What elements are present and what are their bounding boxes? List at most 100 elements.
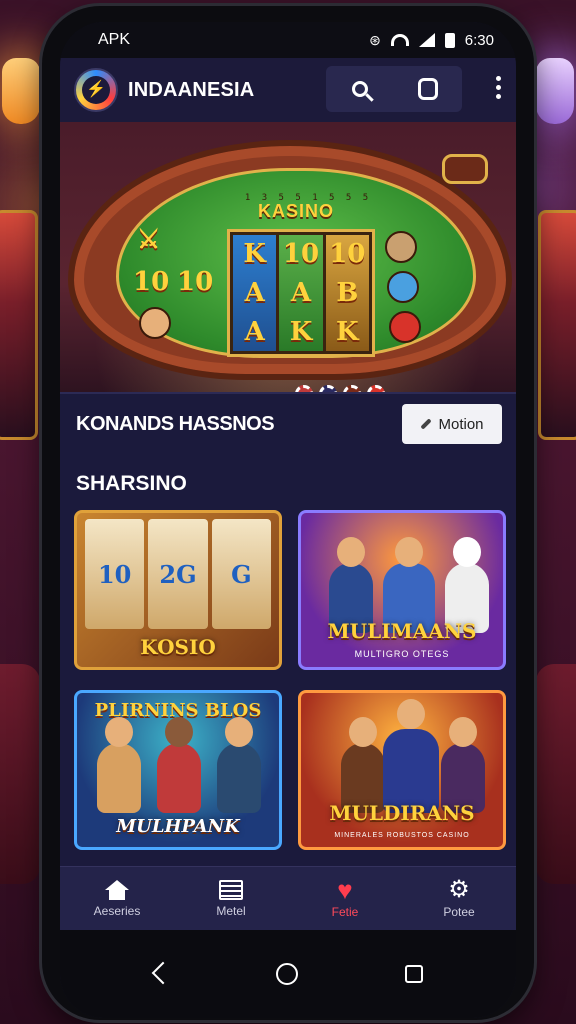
status-icons: ⊛ 6:30 bbox=[369, 32, 494, 49]
motion-button[interactable]: Motion bbox=[402, 404, 502, 444]
character-head bbox=[395, 537, 423, 567]
side-symbol: 10 bbox=[133, 267, 170, 297]
wifi-icon bbox=[390, 34, 409, 46]
battery-icon bbox=[444, 32, 455, 48]
nav-item-favorites[interactable]: ♥ Fetie bbox=[295, 874, 395, 919]
status-bar: APK ⊛ 6:30 bbox=[60, 22, 516, 58]
reel-symbol: 10 bbox=[329, 239, 366, 270]
game-card[interactable]: MULDIRANS MINERALES ROBUSTOS CASINO bbox=[298, 690, 506, 850]
reel-symbol: 10 bbox=[282, 239, 320, 270]
hero-title: KASINO bbox=[257, 201, 334, 221]
character-figure bbox=[97, 717, 141, 813]
character-figure bbox=[157, 717, 201, 813]
more-options-icon[interactable] bbox=[496, 76, 502, 99]
card-reel-symbol: 2G bbox=[148, 519, 208, 629]
logo-glyph: ⚡ bbox=[82, 76, 110, 104]
reel: 10 B K bbox=[325, 235, 369, 351]
reel-symbol: K bbox=[289, 316, 313, 347]
wallet-icon bbox=[418, 78, 438, 100]
nav-item-list[interactable]: Metel bbox=[181, 879, 281, 918]
reel: 10 A K bbox=[279, 235, 323, 351]
status-left-text: APK bbox=[98, 31, 131, 48]
character-head bbox=[349, 717, 377, 747]
pencil-icon bbox=[420, 418, 433, 430]
unicorn-head bbox=[453, 537, 481, 567]
game-card[interactable]: 10 2G G KOSIO bbox=[74, 510, 282, 670]
game-card-title: MULHPANK bbox=[116, 816, 240, 837]
status-time: 6:30 bbox=[464, 31, 494, 49]
nfc-icon: ⊛ bbox=[369, 31, 381, 48]
hero-banner[interactable]: 1 3 5 5 1 5 5 5 KASINO ⚔ 10 10 K A A 10 bbox=[60, 122, 516, 392]
background-chair-right bbox=[536, 664, 576, 884]
game-card[interactable]: PLIRNINS BLOS MULHPANK bbox=[74, 690, 282, 850]
background-lamp-right bbox=[536, 58, 574, 124]
heart-icon: ♥ bbox=[337, 874, 353, 905]
character-head bbox=[337, 537, 365, 567]
reel-symbol: A bbox=[244, 277, 265, 308]
search-icon bbox=[352, 81, 368, 97]
reel: K A A bbox=[233, 235, 277, 351]
shell-token bbox=[387, 271, 419, 303]
chip bbox=[295, 385, 313, 392]
chip bbox=[319, 385, 337, 392]
gem-token bbox=[389, 311, 421, 343]
nav-item-home[interactable]: Aeseries bbox=[67, 879, 167, 918]
appbar-actions bbox=[326, 66, 462, 112]
search-button[interactable] bbox=[345, 74, 375, 104]
home-circle-icon[interactable] bbox=[275, 963, 298, 985]
table-felt: 1 3 5 5 1 5 5 5 KASINO ⚔ 10 10 K A A 10 bbox=[116, 168, 476, 392]
table-knob bbox=[442, 154, 488, 184]
nav-label: Fetie bbox=[331, 904, 359, 919]
chip-row bbox=[295, 385, 385, 392]
card-reels: 10 2G G bbox=[85, 519, 271, 629]
character-head bbox=[449, 717, 477, 747]
nav-label: Metel bbox=[216, 903, 246, 918]
reel-symbol: K bbox=[243, 239, 266, 270]
character-head bbox=[105, 717, 133, 747]
face-token bbox=[139, 307, 171, 339]
character-head bbox=[397, 699, 425, 729]
section-header: KONANDS HASSNOS Motion bbox=[60, 392, 516, 454]
game-grid: 10 2G G KOSIO MULIMAANS MULTIGRO OTEGS P… bbox=[60, 510, 516, 850]
game-card-title: KOSIO bbox=[140, 635, 216, 659]
background-slot-machine-left bbox=[0, 210, 38, 440]
chip bbox=[367, 385, 385, 392]
nav-label: Aeseries bbox=[93, 903, 141, 918]
gear-icon: ⚙ bbox=[448, 875, 470, 903]
slot-reels: K A A 10 A K 10 B K bbox=[227, 229, 375, 357]
background-slot-machine-right bbox=[538, 210, 576, 440]
game-card-title: MULDIRANS bbox=[329, 801, 475, 825]
back-icon[interactable] bbox=[153, 964, 169, 984]
recents-icon[interactable] bbox=[404, 965, 423, 983]
nav-item-settings[interactable]: ⚙ Potee bbox=[409, 875, 509, 919]
section-title: KONANDS HASSNOS bbox=[76, 412, 275, 435]
side-symbol: ⚔ bbox=[137, 225, 161, 255]
character-head bbox=[225, 717, 253, 747]
game-card-subtitle: MINERALES ROBUSTOS CASINO bbox=[334, 832, 470, 839]
game-card[interactable]: MULIMAANS MULTIGRO OTEGS bbox=[298, 510, 506, 670]
wallet-button[interactable] bbox=[413, 74, 443, 104]
card-reel-symbol: G bbox=[211, 519, 271, 629]
game-card-subtitle: MULTIGRO OTEGS bbox=[354, 649, 450, 659]
app-logo[interactable]: ⚡ bbox=[74, 68, 118, 112]
subsection-title: SHARSINO bbox=[76, 472, 187, 495]
system-navigation-bar bbox=[60, 930, 516, 1018]
reel-symbol: K bbox=[336, 316, 359, 347]
home-icon bbox=[105, 879, 129, 900]
chip bbox=[343, 385, 361, 392]
reel-symbol: A bbox=[290, 277, 312, 308]
reel-symbol: A bbox=[244, 316, 265, 347]
app-title: INDAANESIA bbox=[128, 78, 255, 101]
game-card-title: MULIMAANS bbox=[327, 619, 477, 643]
signal-icon bbox=[418, 33, 435, 47]
face-token bbox=[385, 231, 417, 263]
phone-screen: APK ⊛ 6:30 ⚡ INDAANESIA 1 3 5 5 1 5 5 5 … bbox=[60, 22, 516, 1018]
character-figure bbox=[217, 717, 261, 813]
character-head bbox=[165, 717, 193, 747]
motion-button-label: Motion bbox=[438, 415, 484, 433]
app-bar: ⚡ INDAANESIA bbox=[60, 58, 516, 122]
bottom-navigation: Aeseries Metel ♥ Fetie ⚙ Potee bbox=[60, 866, 516, 930]
background-lamp-left bbox=[2, 58, 40, 124]
casino-table: 1 3 5 5 1 5 5 5 KASINO ⚔ 10 10 K A A 10 bbox=[68, 140, 512, 392]
background-chair-left bbox=[0, 664, 40, 884]
